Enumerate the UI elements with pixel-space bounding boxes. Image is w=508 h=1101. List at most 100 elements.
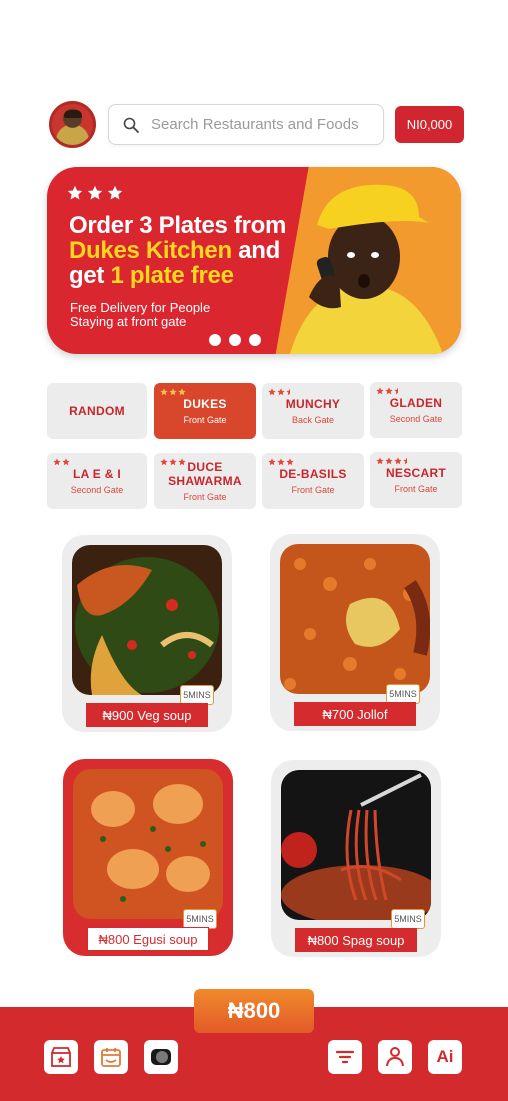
food-price-label[interactable]: ₦900 Veg soup (86, 703, 208, 727)
star-icon (87, 185, 103, 200)
star-icon (277, 388, 285, 396)
nav-toggle-button[interactable] (144, 1040, 178, 1074)
headline-offer: 1 plate free (110, 262, 234, 289)
food-card[interactable]: 5MINS ₦800 Egusi soup (63, 759, 233, 956)
nav-filter-button[interactable] (328, 1040, 362, 1074)
prep-time-badge: 5MINS (180, 685, 214, 705)
restaurant-name: NESCART (385, 466, 447, 480)
nav-profile-button[interactable] (378, 1040, 412, 1074)
star-icon (376, 457, 384, 465)
star-icon (178, 388, 186, 396)
search-input[interactable]: Search Restaurants and Foods (108, 104, 384, 145)
restaurant-chip[interactable]: LA E & I Second Gate (47, 453, 147, 509)
restaurant-name: DUKES (183, 397, 227, 411)
restaurant-chip[interactable]: NESCART Front Gate (370, 452, 462, 508)
search-icon (123, 117, 139, 133)
food-card[interactable]: 5MINS ₦900 Veg soup (62, 535, 232, 732)
restaurant-gate: Back Gate (291, 415, 335, 425)
prep-time-badge: 5MINS (183, 909, 217, 929)
star-icon (53, 458, 61, 466)
star-icon (286, 458, 294, 466)
restaurant-rating-stars (268, 388, 294, 396)
star-icon (62, 458, 70, 466)
star-icon (376, 387, 384, 395)
restaurant-chip[interactable]: GLADEN Second Gate (370, 382, 462, 438)
star-icon (394, 457, 402, 465)
star-icon (107, 185, 123, 200)
pagination-dot[interactable] (229, 334, 241, 346)
restaurant-chip[interactable]: DUCE SHAWARMA Front Gate (154, 453, 256, 509)
profile-icon (386, 1047, 404, 1067)
restaurant-rating-stars (376, 387, 402, 395)
headline-brand: Dukes Kitchen (69, 237, 232, 264)
nav-calendar-button[interactable] (94, 1040, 128, 1074)
calendar-icon (101, 1048, 121, 1067)
food-card[interactable]: 5MINS ₦800 Spag soup (271, 760, 441, 957)
restaurant-gate: Front Gate (291, 485, 335, 495)
star-icon (385, 457, 393, 465)
star-icon (67, 185, 83, 200)
egusi-soup-image (73, 769, 223, 919)
food-price-label[interactable]: ₦700 Jollof (294, 702, 416, 726)
jollof-rice-image (280, 544, 430, 694)
restaurant-chip[interactable]: MUNCHY Back Gate (262, 383, 364, 439)
restaurant-rating-stars (268, 458, 294, 466)
star-icon (403, 457, 407, 465)
star-icon (178, 458, 186, 466)
restaurant-chip[interactable]: RANDOM (47, 383, 147, 439)
restaurant-rating-stars (53, 458, 70, 466)
star-icon (169, 388, 177, 396)
search-placeholder: Search Restaurants and Foods (151, 116, 359, 133)
food-price-label[interactable]: ₦800 Spag soup (295, 928, 417, 952)
star-icon (160, 458, 168, 466)
prep-time-badge: 5MINS (386, 684, 420, 704)
star-icon (160, 388, 168, 396)
restaurant-name: GLADEN (389, 396, 443, 410)
restaurant-gate: Second Gate (389, 414, 443, 424)
star-icon (394, 387, 398, 395)
restaurant-chip[interactable]: DUKES Front Gate (154, 383, 256, 439)
restaurant-gate: Front Gate (183, 415, 227, 425)
restaurant-rating-stars (376, 457, 411, 465)
veg-soup-image (72, 545, 222, 695)
headline-line-3: get (69, 262, 105, 289)
promo-banner[interactable]: Order 3 Plates from Dukes Kitchen and ge… (47, 167, 461, 354)
restaurant-gate: Second Gate (70, 485, 124, 495)
restaurant-gate: Front Gate (394, 484, 438, 494)
star-icon (385, 387, 393, 395)
restaurant-name: DE-BASILS (279, 467, 347, 481)
nav-ai-button[interactable]: Ai (428, 1040, 462, 1074)
star-icon (277, 458, 285, 466)
food-card[interactable]: 5MINS ₦700 Jollof (270, 534, 440, 731)
star-icon (286, 388, 290, 396)
restaurant-name: RANDOM (69, 404, 125, 418)
profile-avatar[interactable] (49, 101, 96, 148)
toggle-icon (151, 1049, 171, 1065)
pagination-dot[interactable] (209, 334, 221, 346)
wallet-balance-button[interactable]: NI0,000 (395, 106, 464, 143)
star-icon (169, 458, 177, 466)
avatar-hat (64, 110, 82, 118)
restaurant-name: MUNCHY (285, 397, 341, 411)
banner-subtext: Free Delivery for People Staying at fron… (70, 300, 211, 329)
cart-total-button[interactable]: ₦800 (194, 989, 314, 1033)
nav-store-button[interactable] (44, 1040, 78, 1074)
banner-pagination[interactable] (209, 334, 261, 346)
spaghetti-image (281, 770, 431, 920)
restaurant-rating-stars (160, 458, 186, 466)
prep-time-badge: 5MINS (391, 909, 425, 929)
pagination-dot[interactable] (249, 334, 261, 346)
restaurant-rating-stars (160, 388, 186, 396)
ai-icon: Ai (436, 1047, 454, 1066)
filter-icon (335, 1050, 355, 1064)
store-icon (51, 1047, 71, 1067)
headline-line-1: Order 3 Plates from (69, 212, 287, 239)
restaurant-gate: Front Gate (183, 492, 227, 502)
star-icon (268, 388, 276, 396)
star-icon (268, 458, 276, 466)
promo-person-illustration (289, 184, 443, 354)
food-price-label[interactable]: ₦800 Egusi soup (87, 927, 209, 951)
restaurant-name: LA E & I (73, 467, 121, 481)
banner-rating-stars (67, 185, 123, 201)
restaurant-chip[interactable]: DE-BASILS Front Gate (262, 453, 364, 509)
